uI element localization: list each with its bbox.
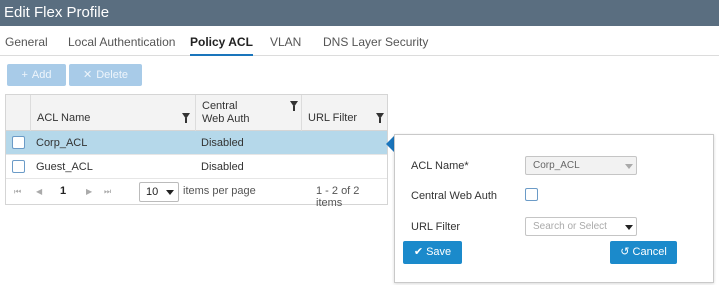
url-filter-select[interactable]: Search or Select xyxy=(525,217,637,236)
acl-table: ACL Name Central Web Auth URL Filter Cor… xyxy=(5,94,388,209)
central-web-auth-cell: Disabled xyxy=(201,137,244,149)
next-page-icon[interactable]: ▶ xyxy=(86,187,92,196)
acl-name-value: Corp_ACL xyxy=(533,160,580,171)
add-button[interactable]: + Add xyxy=(7,64,66,86)
column-label: ACL Name xyxy=(37,112,91,124)
table-row[interactable]: Guest_ACL Disabled xyxy=(6,155,387,179)
filter-icon[interactable] xyxy=(376,113,384,123)
current-page[interactable]: 1 xyxy=(60,185,66,197)
chevron-down-icon xyxy=(625,164,633,169)
chevron-down-icon xyxy=(166,190,174,195)
table-row[interactable]: Corp_ACL Disabled xyxy=(6,131,387,155)
tab-dns-layer-security[interactable]: DNS Layer Security xyxy=(323,28,428,56)
x-icon: ✕ xyxy=(82,69,93,81)
tab-vlan[interactable]: VLAN xyxy=(270,28,301,56)
row-checkbox[interactable] xyxy=(12,136,25,149)
add-label: Add xyxy=(31,69,52,81)
tab-general[interactable]: General xyxy=(5,28,48,56)
central-web-auth-cell: Disabled xyxy=(201,161,244,173)
plus-icon: + xyxy=(21,69,28,81)
cancel-label: Cancel xyxy=(632,246,667,258)
acl-name-label: ACL Name* xyxy=(411,160,469,172)
filter-icon[interactable] xyxy=(182,113,190,123)
acl-edit-panel: ACL Name* Corp_ACL Central Web Auth URL … xyxy=(394,134,714,283)
check-icon: ✔ xyxy=(413,246,424,258)
header-select-cell xyxy=(6,95,30,131)
page-title: Edit Flex Profile xyxy=(0,0,719,26)
url-filter-placeholder: Search or Select xyxy=(533,221,607,232)
central-web-auth-label: Central Web Auth xyxy=(411,190,498,202)
acl-name-select[interactable]: Corp_ACL xyxy=(525,156,637,175)
panel-pointer xyxy=(386,136,394,152)
acl-name-cell: Guest_ACL xyxy=(36,161,93,173)
page-size-select[interactable]: 10 xyxy=(139,182,179,202)
chevron-down-icon xyxy=(625,225,633,230)
tab-local-authentication[interactable]: Local Authentication xyxy=(68,28,175,56)
first-page-icon[interactable]: ⏮ xyxy=(14,187,21,197)
central-web-auth-checkbox[interactable] xyxy=(525,188,538,201)
table-header: ACL Name Central Web Auth URL Filter xyxy=(6,95,387,131)
save-label: Save xyxy=(426,246,452,258)
delete-button[interactable]: ✕ Delete xyxy=(69,64,142,86)
delete-label: Delete xyxy=(96,69,128,81)
column-url-filter[interactable]: URL Filter xyxy=(301,95,387,131)
undo-icon: ↺ xyxy=(620,246,630,258)
tab-policy-acl[interactable]: Policy ACL xyxy=(190,28,253,56)
save-button[interactable]: ✔ Save xyxy=(403,241,462,264)
items-per-page-label: items per page xyxy=(183,185,256,197)
filter-icon[interactable] xyxy=(290,101,298,111)
last-page-icon[interactable]: ⏭ xyxy=(104,187,111,197)
pager-range: 1 - 2 of 2 items xyxy=(316,185,360,209)
pager: ⏮ ◀ 1 ▶ ⏭ 10 items per page 1 - 2 of 2 i… xyxy=(6,179,387,209)
row-checkbox[interactable] xyxy=(12,160,25,173)
column-label: URL Filter xyxy=(308,112,358,124)
prev-page-icon[interactable]: ◀ xyxy=(36,187,42,196)
column-label: Central Web Auth xyxy=(202,100,250,125)
column-acl-name[interactable]: ACL Name xyxy=(30,95,195,131)
acl-name-cell: Corp_ACL xyxy=(36,137,88,149)
page-size-value: 10 xyxy=(146,186,159,198)
cancel-button[interactable]: ↺ Cancel xyxy=(610,241,677,264)
url-filter-label: URL Filter xyxy=(411,221,461,233)
column-central-web-auth[interactable]: Central Web Auth xyxy=(195,95,301,131)
tab-bar: General Local Authentication Policy ACL … xyxy=(0,28,719,56)
